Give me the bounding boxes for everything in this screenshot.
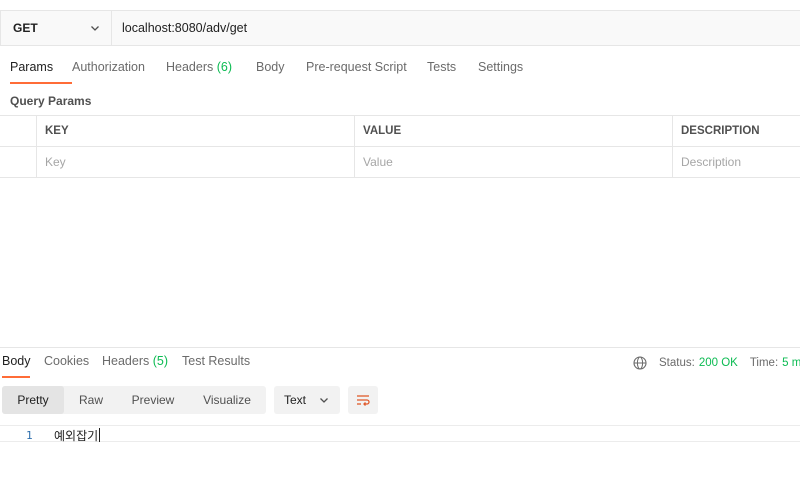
response-tabs: Body Cookies Headers (5) Test Results bbox=[0, 354, 262, 378]
status-label: Status: bbox=[659, 357, 695, 369]
method-select[interactable]: GET bbox=[1, 11, 112, 45]
format-label: Text bbox=[284, 393, 307, 407]
query-params-title: Query Params bbox=[10, 94, 92, 108]
tab-tests[interactable]: Tests bbox=[427, 60, 478, 84]
body-view-mode-group: Pretty Raw Preview Visualize bbox=[2, 386, 266, 414]
column-header-description: DESCRIPTION bbox=[672, 116, 800, 146]
value-input[interactable]: Value bbox=[354, 147, 672, 177]
response-tab-headers[interactable]: Headers (5) bbox=[102, 354, 182, 378]
status-value[interactable]: 200 OK bbox=[699, 357, 738, 369]
tab-authorization[interactable]: Authorization bbox=[72, 60, 166, 84]
tab-params[interactable]: Params bbox=[10, 60, 72, 84]
response-tab-cookies[interactable]: Cookies bbox=[44, 354, 102, 378]
format-select[interactable]: Text bbox=[274, 386, 340, 414]
key-input[interactable]: Key bbox=[36, 147, 354, 177]
request-tabs: Params Authorization Headers (6) Body Pr… bbox=[0, 60, 538, 84]
time-label: Time: bbox=[749, 357, 779, 369]
tab-pre-request-script[interactable]: Pre-request Script bbox=[306, 60, 427, 84]
response-tab-body[interactable]: Body bbox=[2, 354, 31, 378]
text-cursor bbox=[99, 428, 101, 442]
tab-headers[interactable]: Headers (6) bbox=[166, 60, 256, 84]
table-header-spacer bbox=[0, 116, 36, 146]
column-header-value: VALUE bbox=[354, 116, 672, 146]
response-divider bbox=[0, 347, 800, 348]
tab-body[interactable]: Body bbox=[256, 60, 306, 84]
mode-raw[interactable]: Raw bbox=[64, 386, 118, 414]
chevron-down-icon bbox=[91, 26, 99, 31]
chevron-down-icon bbox=[320, 398, 328, 403]
response-body-line: 예외잡기 bbox=[54, 428, 101, 443]
table-header-row: KEY VALUE DESCRIPTION bbox=[0, 116, 800, 147]
column-header-key: KEY bbox=[36, 116, 354, 146]
wrap-lines-icon bbox=[357, 395, 370, 406]
mode-preview[interactable]: Preview bbox=[118, 386, 188, 414]
globe-icon[interactable] bbox=[633, 356, 647, 370]
url-text: localhost:8080/adv/get bbox=[122, 21, 248, 35]
response-status: Status: 200 OK Time: 5 ms bbox=[633, 354, 800, 372]
query-params-table: KEY VALUE DESCRIPTION Key Value Descript… bbox=[0, 115, 800, 178]
line-number: 1 bbox=[26, 429, 33, 442]
response-headers-count: (5) bbox=[152, 354, 169, 368]
wrap-lines-button[interactable] bbox=[348, 386, 378, 414]
description-input[interactable]: Description bbox=[672, 147, 800, 177]
headers-count: (6) bbox=[216, 60, 233, 74]
response-body-editor[interactable]: 1 예외잡기 bbox=[0, 425, 800, 443]
row-checkbox-cell bbox=[0, 147, 36, 177]
mode-pretty[interactable]: Pretty bbox=[2, 386, 64, 414]
method-label: GET bbox=[13, 21, 38, 35]
url-bar: GET localhost:8080/adv/get bbox=[0, 10, 800, 46]
time-value[interactable]: 5 ms bbox=[782, 357, 800, 369]
tab-settings[interactable]: Settings bbox=[478, 60, 538, 84]
response-tab-test-results[interactable]: Test Results bbox=[182, 354, 262, 378]
mode-visualize[interactable]: Visualize bbox=[188, 386, 266, 414]
table-row: Key Value Description bbox=[0, 147, 800, 178]
url-input[interactable]: localhost:8080/adv/get bbox=[112, 11, 800, 45]
